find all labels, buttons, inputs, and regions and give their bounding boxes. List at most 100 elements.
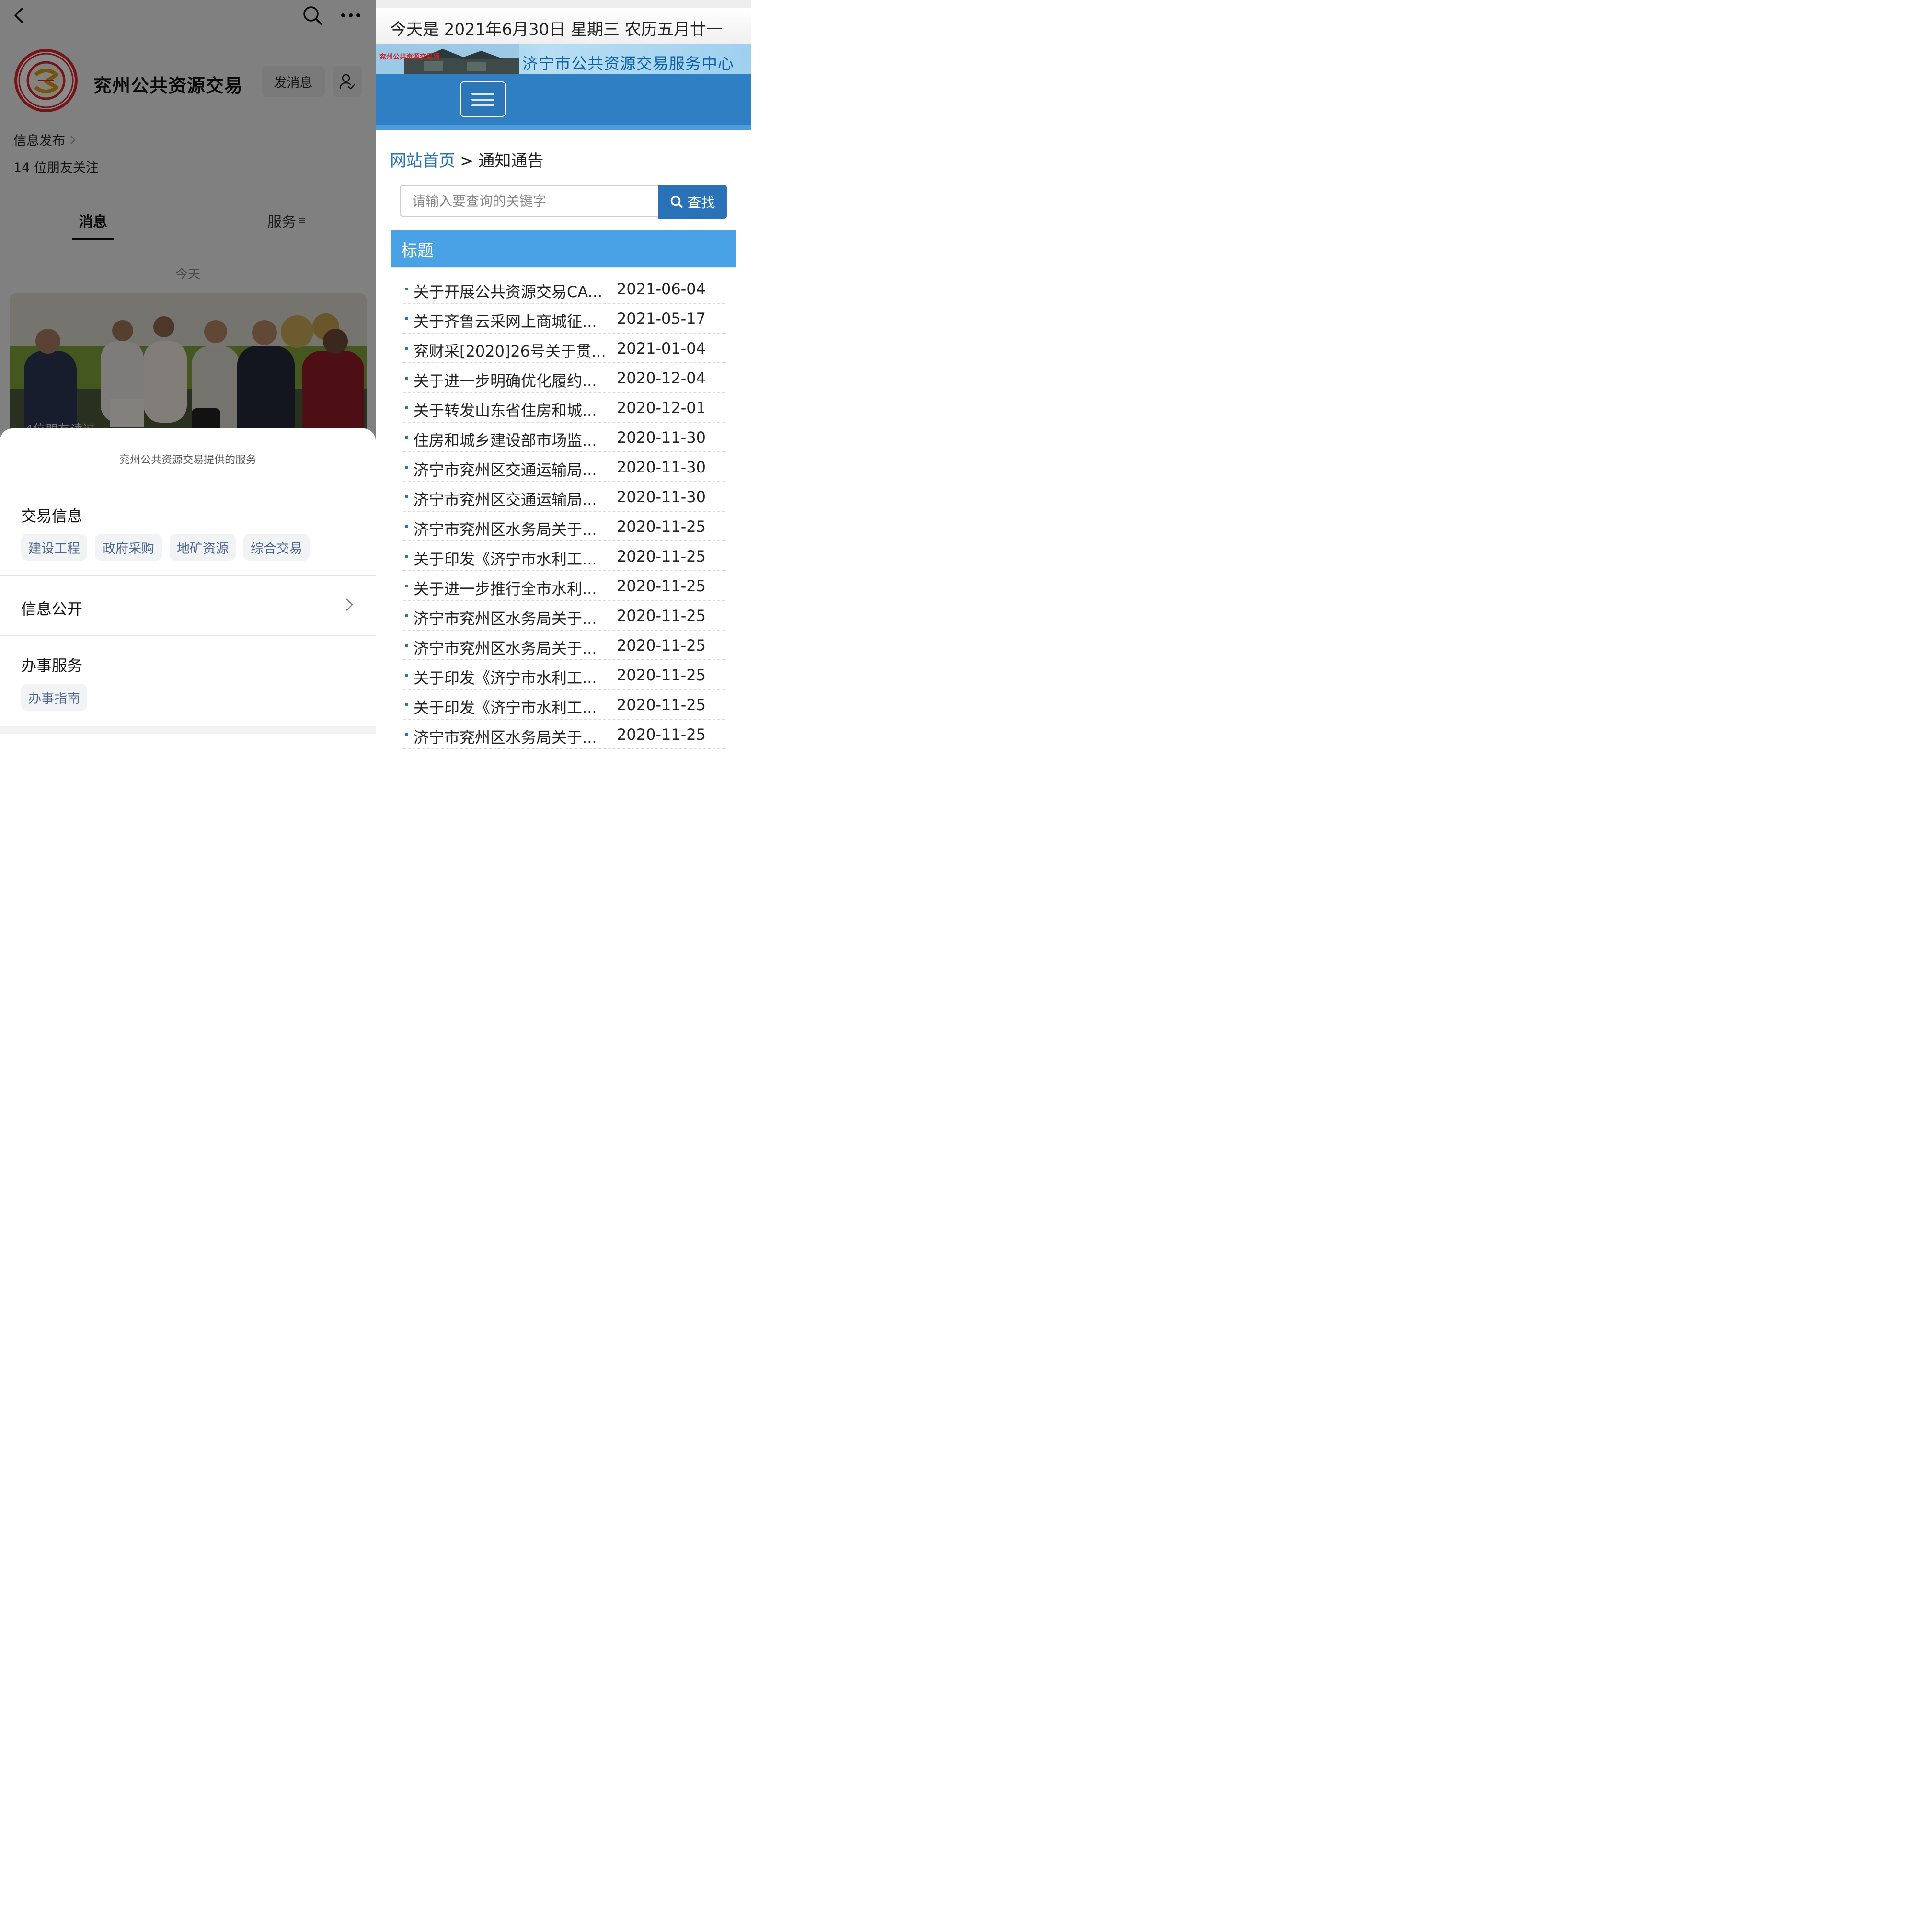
tab-services-label: 服务: [267, 214, 296, 230]
chip-comprehensive-trade[interactable]: 综合交易: [243, 534, 310, 561]
notice-title[interactable]: 济宁市兖州区水务局关于...: [414, 636, 614, 658]
nav-stripe: [376, 125, 751, 130]
notice-date: 2020-12-01: [617, 399, 706, 417]
breadcrumb-separator: >: [460, 151, 474, 171]
date-separator: 今天: [175, 267, 200, 282]
search-icon: [671, 196, 683, 208]
notice-date: 2020-12-04: [617, 369, 706, 387]
hamburger-menu-button[interactable]: [460, 81, 506, 117]
breadcrumb-current: 通知通告: [478, 151, 544, 171]
notice-row[interactable]: 关于齐鲁云采网上商城征... 2021-05-17: [403, 304, 725, 334]
nav-bar: [376, 74, 751, 125]
notice-row[interactable]: 关于转发山东省住房和城... 2020-12-01: [403, 393, 725, 423]
bullet-icon: [405, 585, 408, 587]
notice-date: 2020-11-25: [617, 696, 706, 714]
divider: [0, 635, 376, 636]
chip-construction[interactable]: 建设工程: [21, 534, 87, 561]
chevron-right-icon[interactable]: [343, 597, 356, 612]
tab-services[interactable]: 服务: [267, 210, 306, 231]
notice-row[interactable]: 济宁市兖州区水务局关于... 2020-11-25: [403, 512, 725, 541]
menu-line: [472, 104, 494, 106]
notice-date: 2020-11-25: [617, 547, 706, 565]
notice-row[interactable]: 济宁市兖州区水务局关于... 2020-11-25: [403, 720, 725, 749]
chip-mineral-resources[interactable]: 地矿资源: [170, 534, 236, 561]
notice-date: 2021-06-04: [617, 280, 706, 298]
notice-title[interactable]: 兖财采[2020]26号关于贯...: [414, 339, 614, 361]
status-strip: [376, 0, 751, 8]
search-icon[interactable]: [302, 5, 323, 26]
notice-title[interactable]: 济宁市兖州区水务局关于...: [414, 607, 614, 629]
notice-row[interactable]: 关于进一步明确优化履约... 2020-12-04: [403, 363, 725, 393]
notice-date: 2020-11-25: [617, 636, 706, 655]
bullet-icon: [405, 288, 408, 290]
notice-row[interactable]: 兖财采[2020]26号关于贯... 2021-01-04: [403, 334, 725, 363]
services-sheet: 兖州公共资源交易提供的服务 交易信息 建设工程 政府采购 地矿资源 综合交易 信…: [0, 428, 376, 751]
notice-row[interactable]: 关于印发《济宁市水利工... 2020-11-25: [403, 660, 725, 690]
notice-title[interactable]: 关于印发《济宁市水利工...: [414, 696, 614, 718]
notice-row[interactable]: 济宁市兖州区交通运输局... 2020-11-30: [403, 482, 725, 512]
tab-bar: 消息 服务: [0, 196, 376, 240]
notice-title[interactable]: 济宁市兖州区交通运输局...: [414, 458, 614, 480]
notice-title[interactable]: 住房和城乡建设部市场监...: [414, 428, 614, 450]
notice-title[interactable]: 关于转发山东省住房和城...: [414, 399, 614, 421]
wechat-official-account-panel: 兖州公共资源交易 发消息 信息发布 14 位朋友关注 消息 服务 今天 兖州公共…: [0, 0, 376, 751]
search-button-label: 查找: [687, 195, 715, 211]
notice-title[interactable]: 关于进一步明确优化履约...: [414, 369, 614, 391]
notice-row[interactable]: 关于印发《济宁市水利工... 2020-11-25: [403, 690, 725, 720]
more-dots-icon[interactable]: [339, 7, 362, 24]
notice-list: 关于开展公共资源交易CA... 2021-06-04 关于齐鲁云采网上商城征...…: [391, 267, 736, 751]
account-name: 兖州公共资源交易: [93, 75, 243, 96]
notice-date: 2020-11-25: [617, 666, 706, 684]
notice-row[interactable]: 济宁市兖州区交通运输局... 2020-11-30: [403, 452, 725, 482]
notice-row[interactable]: 关于开展公共资源交易CA... 2021-06-04: [403, 274, 725, 304]
info-publish-label: 信息发布: [13, 134, 65, 149]
notice-title[interactable]: 关于齐鲁云采网上商城征...: [414, 310, 614, 332]
friends-follow-count: 14 位朋友关注: [13, 161, 99, 175]
bullet-icon: [405, 733, 408, 736]
breadcrumb-home-link[interactable]: 网站首页: [390, 151, 455, 171]
bullet-icon: [405, 525, 408, 528]
info-publish-link[interactable]: 信息发布: [13, 130, 77, 149]
notice-title[interactable]: 关于印发《济宁市水利工...: [414, 666, 614, 688]
chip-service-guide[interactable]: 办事指南: [21, 684, 87, 711]
notice-title[interactable]: 关于进一步推行全市水利...: [414, 577, 614, 599]
section-title-trade-info: 交易信息: [21, 507, 83, 525]
notice-title[interactable]: 济宁市兖州区水务局关于...: [414, 725, 614, 748]
section-title-info-public[interactable]: 信息公开: [21, 597, 82, 619]
notice-row[interactable]: 关于进一步推行全市水利... 2020-11-25: [403, 571, 725, 601]
active-tab-indicator: [72, 238, 114, 240]
sheet-header: 兖州公共资源交易提供的服务: [119, 454, 256, 466]
notice-title[interactable]: 关于开展公共资源交易CA...: [414, 280, 614, 302]
notice-title[interactable]: 济宁市兖州区水务局关于...: [414, 518, 614, 540]
date-bar: 今天是 2021年6月30日 星期三 农历五月廿一: [376, 8, 751, 44]
section-title-services: 办事服务: [21, 656, 83, 675]
notice-date: 2021-05-17: [617, 310, 706, 328]
notice-date: 2020-11-30: [617, 488, 706, 506]
divider: [0, 575, 376, 576]
search-input[interactable]: [400, 185, 658, 217]
bullet-icon: [405, 495, 408, 498]
notice-title[interactable]: 济宁市兖州区交通运输局...: [414, 488, 614, 510]
bullet-icon: [405, 703, 408, 706]
table-header-title: 标题: [401, 242, 434, 261]
notice-row[interactable]: 关于印发《济宁市水利工... 2020-11-25: [403, 541, 725, 571]
bullet-icon: [405, 377, 408, 380]
bullet-icon: [405, 466, 408, 469]
bullet-icon: [405, 555, 408, 558]
search-button[interactable]: 查找: [658, 185, 727, 218]
notice-row[interactable]: 济宁市兖州区水务局关于... 2020-11-25: [403, 631, 725, 660]
follow-button[interactable]: [333, 66, 362, 97]
chip-government-procurement[interactable]: 政府采购: [95, 534, 162, 561]
banner-title: 济宁市公共资源交易服务中心: [522, 54, 734, 73]
notice-row[interactable]: 住房和城乡建设部市场监... 2020-11-30: [403, 423, 725, 452]
notice-title[interactable]: 关于印发《济宁市水利工...: [414, 547, 614, 569]
back-arrow-icon[interactable]: [11, 6, 30, 25]
chevron-right-icon: [70, 135, 76, 144]
tab-messages[interactable]: 消息: [72, 210, 114, 231]
send-message-button[interactable]: 发消息: [262, 66, 325, 97]
notice-date: 2020-11-25: [617, 518, 706, 536]
notice-row[interactable]: 济宁市兖州区水务局关于... 2020-11-25: [403, 601, 725, 631]
bullet-icon: [405, 347, 408, 350]
account-logo[interactable]: [14, 49, 78, 112]
person-check-icon: [339, 74, 356, 90]
